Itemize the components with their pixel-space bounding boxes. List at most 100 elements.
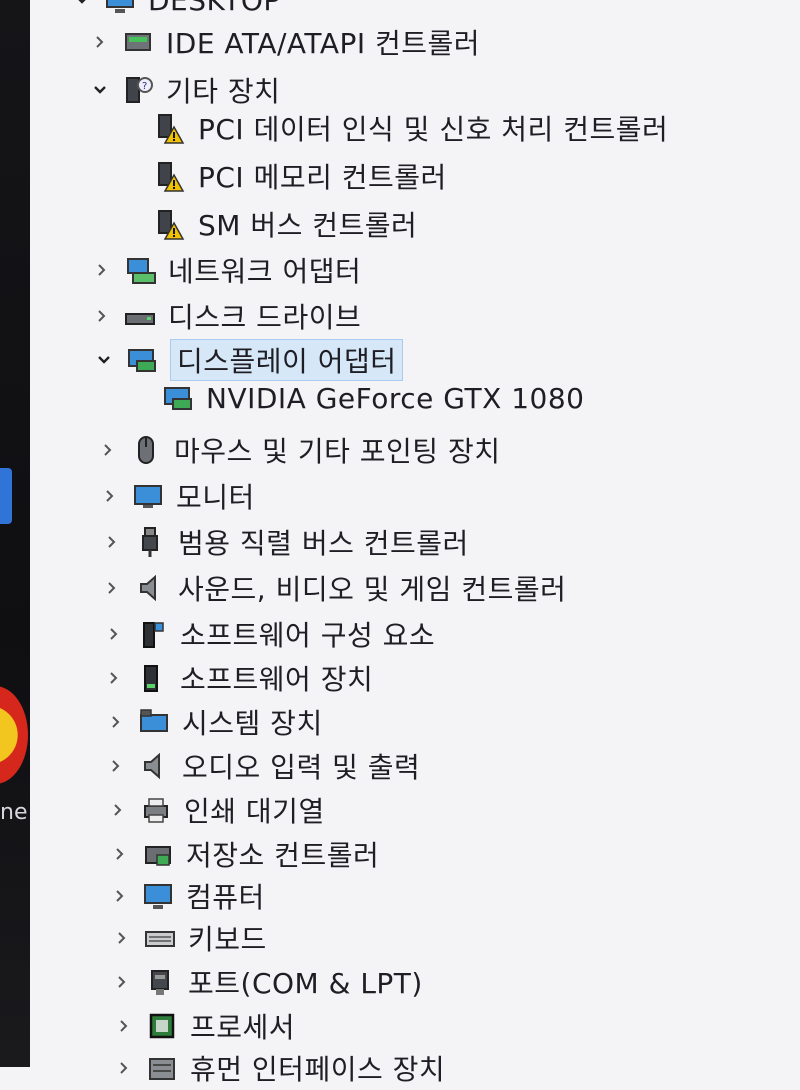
chevron-right-icon[interactable] — [102, 622, 126, 646]
tree-item-label: PCI 데이터 인식 및 신호 처리 컨트롤러 — [198, 113, 669, 146]
hid-icon — [144, 1050, 180, 1086]
tree-item-label: 저장소 컨트롤러 — [186, 839, 380, 872]
chevron-right-icon[interactable] — [96, 438, 120, 462]
tree-item-label: NVIDIA GeForce GTX 1080 — [206, 381, 585, 415]
tree-item-label: 프로세서 — [190, 1011, 296, 1044]
tree-item[interactable]: 소프트웨어 장치 — [102, 656, 373, 700]
processor-icon — [144, 1008, 180, 1044]
unknown-device-warning-icon — [152, 206, 188, 242]
tree-item-label: 소프트웨어 구성 요소 — [180, 619, 436, 652]
tree-item[interactable]: 프로세서 — [112, 1004, 295, 1048]
tree-item-label: 소프트웨어 장치 — [180, 663, 374, 696]
display-adapter-icon — [124, 342, 160, 378]
tree-item[interactable]: 시스템 장치 — [104, 700, 323, 744]
mouse-icon — [128, 432, 164, 468]
tree-item-label: SM 버스 컨트롤러 — [198, 209, 418, 242]
chevron-right-icon[interactable] — [104, 754, 128, 778]
chevron-right-icon[interactable] — [106, 798, 130, 822]
chevron-right-icon[interactable] — [108, 842, 132, 866]
tree-item-label: 디스크 드라이브 — [168, 301, 362, 334]
tree-item-label: 휴먼 인터페이스 장치 — [190, 1053, 446, 1086]
tree-item[interactable]: 오디오 입력 및 출력 — [104, 744, 420, 788]
tree-item-label: 범용 직렬 버스 컨트롤러 — [178, 527, 469, 560]
tree-root[interactable]: DESKTOP — [70, 0, 281, 22]
chevron-right-icon[interactable] — [112, 1014, 136, 1038]
chevron-right-icon[interactable] — [100, 576, 124, 600]
tree-item[interactable]: PCI 데이터 인식 및 신호 처리 컨트롤러 — [120, 106, 668, 150]
computer-icon — [102, 0, 138, 18]
chevron-right-icon[interactable] — [102, 666, 126, 690]
chevron-right-icon[interactable] — [98, 484, 122, 508]
system-device-icon — [136, 704, 172, 740]
chevron-right-icon[interactable] — [110, 970, 134, 994]
chevron-right-icon[interactable] — [90, 304, 114, 328]
tree-item-label: 오디오 입력 및 출력 — [182, 751, 421, 784]
speaker-icon — [132, 570, 168, 606]
speaker-icon — [136, 748, 172, 784]
tree-item[interactable]: 마우스 및 기타 포인팅 장치 — [96, 428, 500, 472]
tree-item[interactable]: 휴먼 인터페이스 장치 — [112, 1046, 445, 1090]
chevron-down-icon[interactable] — [92, 348, 116, 372]
tree-item[interactable]: 키보드 — [110, 916, 267, 960]
tree-item-label: 마우스 및 기타 포인팅 장치 — [174, 435, 501, 468]
svg-text:?: ? — [142, 81, 147, 92]
tree-item[interactable]: 모니터 — [98, 474, 255, 518]
app-logo — [0, 686, 28, 784]
chevron-right-icon[interactable] — [104, 710, 128, 734]
unknown-device-warning-icon — [152, 158, 188, 194]
tree-item[interactable]: 사운드, 비디오 및 게임 컨트롤러 — [100, 566, 566, 610]
tree-item[interactable]: 범용 직렬 버스 컨트롤러 — [100, 520, 469, 564]
tree-item[interactable]: 네트워크 어댑터 — [90, 248, 361, 292]
disk-drive-icon — [122, 298, 158, 334]
tree-item-label: 컴퓨터 — [186, 881, 265, 914]
tree-item[interactable]: 포트(COM & LPT) — [110, 960, 423, 1004]
tree-item-label: 인쇄 대기열 — [184, 795, 325, 828]
chevron-down-icon[interactable] — [70, 0, 94, 12]
display-adapter-icon — [160, 380, 196, 416]
chevron-right-icon[interactable] — [100, 530, 124, 554]
tree-item[interactable]: 소프트웨어 구성 요소 — [102, 612, 435, 656]
tree-root-label: DESKTOP — [148, 0, 281, 17]
tree-item[interactable]: 컴퓨터 — [108, 874, 265, 918]
chevron-right-icon[interactable] — [112, 1056, 136, 1080]
tree-item-label: 기타 장치 — [166, 75, 281, 108]
tree-item-label: 디스플레이 어댑터 — [170, 339, 404, 381]
tree-item[interactable]: PCI 메모리 컨트롤러 — [120, 154, 447, 198]
ide-controller-icon — [120, 24, 156, 60]
tree-item-label: 포트(COM & LPT) — [188, 967, 423, 1000]
port-icon — [142, 964, 178, 1000]
tree-item[interactable]: IDE ATA/ATAPI 컨트롤러 — [88, 20, 480, 64]
device-tree: DESKTOP IDE ATA/ATAPI 컨트롤러? 기타 장치 PCI 데이터 … — [30, 0, 800, 1086]
tree-item[interactable]: 인쇄 대기열 — [106, 788, 325, 832]
chevron-right-icon[interactable] — [88, 30, 112, 54]
tree-item[interactable]: 저장소 컨트롤러 — [108, 832, 379, 876]
chevron-down-icon[interactable] — [88, 78, 112, 102]
tree-item-label: 시스템 장치 — [182, 707, 323, 740]
software-component-icon — [134, 616, 170, 652]
network-adapter-icon — [122, 252, 158, 288]
tree-item[interactable]: 디스크 드라이브 — [90, 294, 361, 338]
tree-item-label: 네트워크 어댑터 — [168, 255, 362, 288]
tree-item-label: 키보드 — [188, 923, 267, 956]
tree-item[interactable]: NVIDIA GeForce GTX 1080 — [128, 376, 584, 420]
tree-item[interactable]: SM 버스 컨트롤러 — [120, 202, 417, 246]
chevron-right-icon[interactable] — [108, 884, 132, 908]
monitor-icon — [130, 478, 166, 514]
tree-item-label: PCI 메모리 컨트롤러 — [198, 161, 447, 194]
partial-side-text: ne — [0, 800, 28, 825]
usb-controller-icon — [132, 524, 168, 560]
tree-item-label: 사운드, 비디오 및 게임 컨트롤러 — [178, 573, 567, 606]
unknown-device-warning-icon — [152, 110, 188, 146]
keyboard-icon — [142, 920, 178, 956]
chevron-right-icon[interactable] — [110, 926, 134, 950]
computer-icon — [140, 878, 176, 914]
other-devices-icon: ? — [120, 72, 156, 108]
blue-app-tile — [0, 468, 12, 524]
storage-controller-icon — [140, 836, 176, 872]
chevron-right-icon[interactable] — [90, 258, 114, 282]
tree-item-label: IDE ATA/ATAPI 컨트롤러 — [166, 27, 481, 60]
